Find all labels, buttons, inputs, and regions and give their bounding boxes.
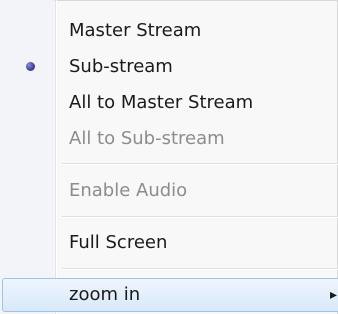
context-menu: Master Stream Sub-stream All to Master S… bbox=[0, 0, 338, 314]
menu-item-label: Enable Audio bbox=[69, 180, 188, 201]
menu-icon-gutter bbox=[0, 0, 54, 314]
menu-item-label: All to Sub-stream bbox=[69, 128, 225, 149]
menu-item-label: Full Screen bbox=[69, 232, 168, 253]
menu-item-all-to-sub-stream: All to Sub-stream bbox=[0, 127, 338, 151]
gutter-divider-highlight bbox=[56, 0, 57, 314]
menu-item-full-screen[interactable]: Full Screen bbox=[0, 231, 338, 255]
menu-item-enable-audio: Enable Audio bbox=[0, 179, 338, 203]
menu-item-zoom-in[interactable]: zoom in bbox=[0, 283, 338, 307]
menu-item-label: All to Master Stream bbox=[69, 92, 254, 113]
menu-item-label: Master Stream bbox=[69, 20, 202, 41]
menu-separator-highlight bbox=[62, 217, 338, 218]
menu-item-sub-stream[interactable]: Sub-stream bbox=[0, 55, 338, 79]
menu-item-master-stream[interactable]: Master Stream bbox=[0, 19, 338, 43]
menu-item-label: zoom in bbox=[69, 284, 141, 305]
menu-separator-highlight bbox=[62, 269, 338, 270]
submenu-arrow-icon: ▸ bbox=[329, 287, 337, 303]
menu-separator-highlight bbox=[62, 164, 338, 165]
menu-item-label: Sub-stream bbox=[69, 56, 173, 77]
menu-item-all-to-master-stream[interactable]: All to Master Stream bbox=[0, 91, 338, 115]
